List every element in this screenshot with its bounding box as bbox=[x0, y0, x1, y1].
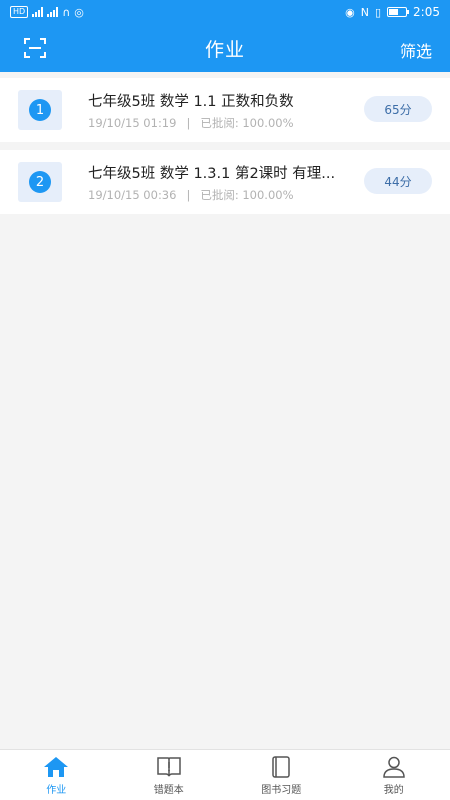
review-status: 已批阅: 100.00% bbox=[200, 116, 294, 130]
meta-separator: | bbox=[186, 188, 191, 202]
item-number-box: 2 bbox=[18, 162, 62, 202]
person-icon bbox=[382, 756, 405, 778]
signal-icon-2 bbox=[47, 7, 59, 17]
vibrate-icon: ▯ bbox=[374, 5, 382, 19]
review-status: 已批阅: 100.00% bbox=[200, 188, 294, 202]
homework-title: 七年级5班 数学 1.1 正数和负数 bbox=[88, 94, 294, 110]
app-header: 作业 筛选 bbox=[0, 24, 450, 72]
home-icon bbox=[44, 757, 69, 777]
signal-icon bbox=[32, 7, 44, 17]
score-badge: 65分 bbox=[364, 96, 432, 122]
tab-homework[interactable]: 作业 bbox=[16, 750, 96, 800]
item-number: 1 bbox=[29, 99, 51, 121]
app-notification-icon: ◎ bbox=[74, 5, 84, 19]
eye-icon: ◉ bbox=[345, 5, 355, 19]
homework-meta: 19/10/15 01:19 | 已批阅: 100.00% bbox=[88, 115, 294, 131]
headset-icon: ∩ bbox=[62, 5, 71, 19]
homework-list: 1 七年级5班 数学 1.1 正数和负数 19/10/15 01:19 | 已批阅:… bbox=[0, 78, 450, 222]
meta-separator: | bbox=[186, 116, 191, 130]
homework-date: 19/10/15 01:19 bbox=[88, 116, 177, 130]
homework-item[interactable]: 1 七年级5班 数学 1.1 正数和负数 19/10/15 01:19 | 已批阅:… bbox=[0, 78, 450, 142]
status-time: 2:05 bbox=[413, 5, 440, 19]
scan-icon[interactable] bbox=[24, 38, 46, 58]
tab-label: 错题本 bbox=[153, 785, 184, 796]
tab-label: 作业 bbox=[46, 785, 67, 796]
bottom-tab-bar: 作业 错题本 图书习题 我的 bbox=[0, 749, 450, 800]
score-badge: 44分 bbox=[364, 168, 432, 194]
homework-date: 19/10/15 00:36 bbox=[88, 188, 177, 202]
book-icon bbox=[272, 756, 290, 778]
item-number: 2 bbox=[29, 171, 51, 193]
tab-label: 我的 bbox=[383, 785, 404, 796]
tab-error-book[interactable]: 错题本 bbox=[129, 750, 209, 800]
hd-icon: HD bbox=[10, 6, 29, 18]
status-left-icons: HD ∩ ◎ bbox=[10, 6, 84, 19]
nfc-icon: N bbox=[360, 5, 369, 19]
tab-label: 图书习题 bbox=[261, 785, 302, 796]
battery-icon bbox=[387, 7, 410, 17]
tab-book-exercises[interactable]: 图书习题 bbox=[241, 750, 321, 800]
book-error-icon bbox=[157, 757, 181, 777]
homework-meta: 19/10/15 00:36 | 已批阅: 100.00% bbox=[88, 187, 294, 203]
filter-button[interactable]: 筛选 bbox=[400, 38, 432, 62]
homework-title: 七年级5班 数学 1.3.1 第2课时 有理... bbox=[88, 166, 336, 182]
status-right-icons: ◉ N ▯ 2:05 bbox=[345, 5, 440, 19]
status-bar: HD ∩ ◎ ◉ N ▯ 2:05 bbox=[0, 0, 450, 24]
tab-mine[interactable]: 我的 bbox=[354, 750, 434, 800]
homework-item[interactable]: 2 七年级5班 数学 1.3.1 第2课时 有理... 19/10/15 00:… bbox=[0, 150, 450, 214]
page-title: 作业 bbox=[204, 38, 245, 61]
item-number-box: 1 bbox=[18, 90, 62, 130]
